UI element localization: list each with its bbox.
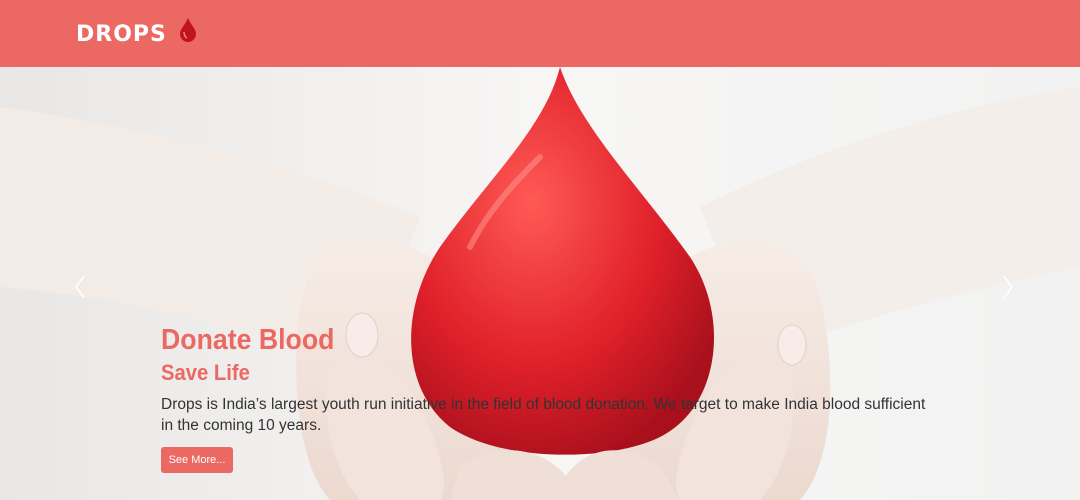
hero-subtitle: Save Life [161, 360, 250, 385]
hero-title: Donate Blood [161, 324, 335, 356]
chevron-right-icon[interactable] [998, 272, 1018, 302]
brand-logo[interactable]: DROPS [76, 20, 167, 48]
see-more-button[interactable]: See More... [161, 447, 233, 473]
hero-caption: Donate Blood Save Life Drops is India’s … [161, 322, 941, 436]
navbar: DROPS [0, 0, 1080, 67]
chevron-left-icon[interactable] [70, 272, 90, 302]
hero-description: Drops is India’s largest youth run initi… [161, 396, 926, 434]
brand-name[interactable]: DROPS [76, 22, 167, 47]
blood-drop-icon [180, 18, 196, 42]
